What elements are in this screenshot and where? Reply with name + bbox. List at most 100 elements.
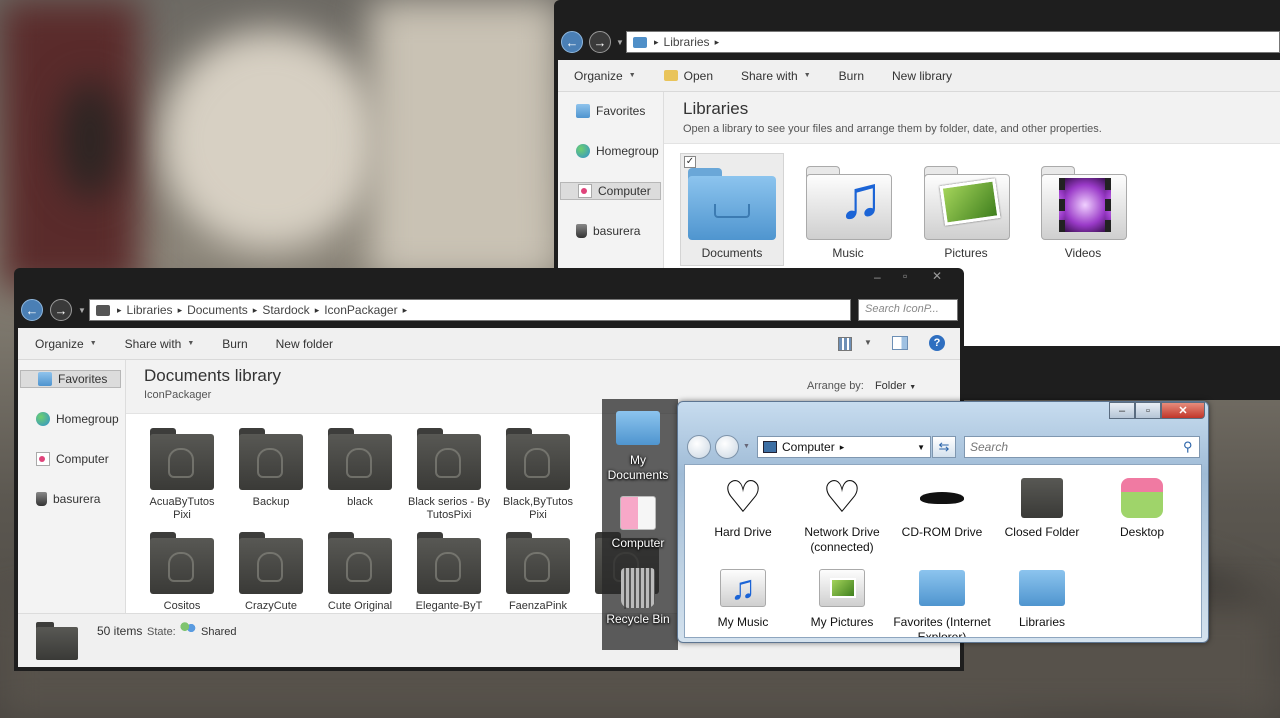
address-bar[interactable]: Computer ▸ ▼	[757, 436, 931, 458]
burn-button[interactable]: Burn	[222, 337, 247, 351]
share-with-button[interactable]: Share with ▼	[741, 69, 811, 83]
cd-rom-drive-item[interactable]: CD-ROM Drive	[892, 473, 992, 540]
forward-button[interactable]	[715, 435, 739, 459]
address-bar[interactable]: ▸ Libraries ▸ Documents ▸ Stardock ▸ Ico…	[89, 299, 851, 321]
libraries-toolbar: Organize ▼ Open Share with ▼ Burn New libr…	[558, 60, 1280, 92]
heart-icon: ♡	[822, 473, 862, 522]
folder-icon	[506, 532, 570, 594]
help-icon[interactable]: ?	[929, 335, 945, 351]
homegroup-icon	[36, 412, 50, 426]
library-documents[interactable]: ✓ Documents	[680, 153, 784, 266]
desktop-my-documents[interactable]: My Documents	[602, 407, 674, 483]
folder-icon	[150, 428, 214, 490]
folder-icon	[239, 532, 303, 594]
favorites-ie-item[interactable]: Favorites (Internet Explorer)	[892, 563, 992, 637]
breadcrumb-stardock[interactable]: Stardock	[258, 303, 313, 317]
search-input[interactable]: Search IconP...	[858, 299, 958, 321]
minimize-button[interactable]: –	[874, 270, 881, 284]
homegroup-icon	[576, 144, 590, 158]
new-library-button[interactable]: New library	[892, 69, 952, 83]
back-button[interactable]: ←	[21, 299, 43, 321]
address-bar[interactable]: ▸ Libraries ▸	[626, 31, 1280, 53]
breadcrumb-iconpackager[interactable]: IconPackager	[320, 303, 401, 317]
favorites-icon	[38, 372, 52, 386]
back-button[interactable]	[687, 435, 711, 459]
folder-icon	[239, 428, 303, 490]
state-value: Shared	[201, 626, 237, 638]
arrange-by-dropdown[interactable]: Folder ▼	[875, 380, 916, 392]
libraries-title: Libraries	[683, 99, 749, 118]
hard-drive-item[interactable]: ♡ Hard Drive	[693, 473, 793, 540]
search-input[interactable]: Search	[964, 436, 1200, 458]
nav-favorites[interactable]: Favorites	[20, 370, 121, 388]
folder-item[interactable]: Black serios - By TutosPixi	[407, 428, 491, 522]
documents-folder-icon	[686, 160, 778, 242]
network-drive-item[interactable]: ♡ Network Drive (connected)	[792, 473, 892, 555]
recycle-bin-icon	[576, 224, 587, 238]
breadcrumb-libraries[interactable]: Libraries	[660, 35, 714, 49]
folder-icon	[417, 428, 481, 490]
shared-icon	[180, 621, 196, 635]
computer-finder-icon	[602, 494, 674, 532]
desktop-item[interactable]: Desktop	[1092, 473, 1192, 540]
close-button[interactable]: ✕	[932, 269, 942, 283]
computer-window: – ▫ ✕ ▼ Computer ▸ ▼ ⇆ Search ⚲ ♡ Hard Dr…	[677, 401, 1209, 643]
folder-item[interactable]: Cositos	[140, 532, 224, 613]
folder-item[interactable]: Black,ByTutos Pixi	[496, 428, 580, 522]
breadcrumb-documents[interactable]: Documents	[183, 303, 252, 317]
blue-folder-icon	[992, 563, 1092, 613]
maximize-button[interactable]: ▫	[903, 269, 907, 283]
library-music[interactable]: ♫ Music	[796, 154, 900, 260]
folder-icon	[417, 532, 481, 594]
forward-button[interactable]: →	[589, 31, 611, 53]
maximize-button[interactable]: ▫	[1135, 402, 1161, 419]
search-icon[interactable]: ⚲	[1183, 439, 1193, 455]
my-music-item[interactable]: ♫ My Music	[693, 563, 793, 630]
history-dropdown-icon[interactable]: ▼	[743, 443, 750, 450]
desktop-recycle-bin[interactable]: Recycle Bin	[602, 568, 674, 627]
minimize-button[interactable]: –	[1109, 402, 1135, 419]
history-dropdown-icon[interactable]: ▼	[616, 38, 624, 47]
folder-item[interactable]: Cute Original	[318, 532, 402, 613]
folder-icon	[328, 428, 392, 490]
view-dropdown-icon[interactable]: ▼	[864, 338, 872, 347]
close-button[interactable]: ✕	[1161, 402, 1205, 419]
blue-folder-icon	[892, 563, 992, 613]
library-videos[interactable]: Videos	[1031, 154, 1135, 260]
new-folder-button[interactable]: New folder	[276, 337, 333, 351]
nav-homegroup[interactable]: Homegroup	[576, 144, 659, 158]
address-dropdown-icon[interactable]: ▼	[917, 443, 925, 452]
open-button[interactable]: Open	[663, 69, 713, 83]
nav-favorites[interactable]: Favorites	[576, 104, 645, 118]
desktop-computer[interactable]: Computer	[602, 494, 674, 551]
library-pictures[interactable]: Pictures	[914, 154, 1018, 260]
back-button[interactable]: ←	[561, 31, 583, 53]
view-options-icon[interactable]	[838, 337, 852, 351]
share-with-button[interactable]: Share with ▼	[125, 337, 195, 351]
folder-item[interactable]: FaenzaPink	[496, 532, 580, 613]
nav-basurera[interactable]: basurera	[36, 492, 100, 506]
refresh-button[interactable]: ⇆	[932, 436, 956, 458]
organize-button[interactable]: Organize ▼	[574, 69, 636, 83]
folder-item[interactable]: black	[318, 428, 402, 509]
closed-folder-item[interactable]: Closed Folder	[992, 473, 1092, 540]
libraries-item[interactable]: Libraries	[992, 563, 1092, 630]
history-dropdown-icon[interactable]: ▼	[78, 306, 86, 315]
recycle-bin-icon	[602, 568, 674, 608]
preview-pane-icon[interactable]	[892, 336, 908, 350]
nav-computer[interactable]: Computer	[36, 452, 109, 466]
folder-item[interactable]: Backup	[229, 428, 313, 509]
state-label: State:	[147, 626, 176, 638]
folder-item[interactable]: CrazyCute	[229, 532, 313, 613]
my-pictures-item[interactable]: My Pictures	[792, 563, 892, 630]
breadcrumb-libraries[interactable]: Libraries	[123, 303, 177, 317]
folder-item[interactable]: AcuaByTutos Pixi	[140, 428, 224, 522]
organize-button[interactable]: Organize ▼	[35, 337, 97, 351]
nav-basurera[interactable]: basurera	[576, 224, 640, 238]
burn-button[interactable]: Burn	[839, 69, 864, 83]
nav-computer[interactable]: Computer	[560, 182, 661, 200]
nav-homegroup[interactable]: Homegroup	[36, 412, 119, 426]
forward-button[interactable]: →	[50, 299, 72, 321]
folder-item[interactable]: Elegante-ByT	[407, 532, 491, 613]
jelly-cube-icon	[1092, 473, 1192, 523]
